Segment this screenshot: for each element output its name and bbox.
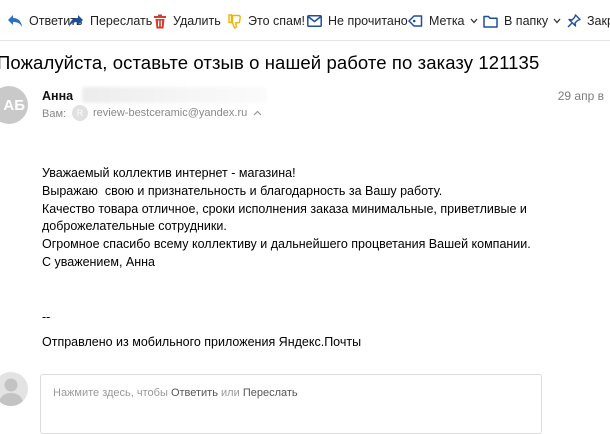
spam-button[interactable]: Это спам! [227,11,305,31]
spam-label: Это спам! [248,14,306,28]
user-silhouette-icon [0,378,24,406]
delete-button[interactable]: Удалить [153,11,221,31]
body-line: Выражаю свою и признательность и благода… [42,183,443,198]
delete-label: Удалить [173,14,221,28]
body-line: Качество товара отличное, сроки исполнен… [42,201,527,216]
message-signature: -- Отправлено из мобильного приложения Я… [42,309,361,351]
recipient-label: Вам: [42,108,67,120]
body-line: Уважаемый коллектив интернет - магазина! [42,166,296,180]
move-to-folder-dropdown[interactable]: В папку [483,11,561,31]
thumb-down-icon [228,13,241,29]
forward-icon [69,15,83,27]
label-tag-icon [408,15,423,27]
sender-name[interactable]: Анна [42,89,73,103]
reply-hint-or: или [221,387,240,399]
message-toolbar: Ответить Переслать Удалить Это спам! Не … [0,0,610,41]
chevron-down-icon [470,18,478,24]
signature-text: Отправлено из мобильного приложения Янде… [42,335,362,349]
message-body: Уважаемый коллектив интернет - магазина!… [42,165,531,272]
message-date: 29 апр в [557,89,604,103]
label-dropdown-label: Метка [429,14,465,28]
move-to-folder-label: В папку [504,14,549,28]
quick-reply-box[interactable]: Нажмите здесь, чтобы Ответить или Пересл… [40,374,542,434]
sender-email-redacted [82,87,267,103]
chevron-down-icon [553,18,561,24]
pin-icon [567,13,581,27]
sender-avatar[interactable]: АБ [0,86,28,124]
envelope-icon [307,15,322,27]
quick-reply-hint: Нажмите здесь, чтобы Ответить или Пересл… [53,387,298,399]
user-avatar [0,372,28,406]
forward-label: Переслать [90,14,153,28]
body-line: доброжелательные сотрудники. [42,219,227,234]
reply-icon [8,15,22,27]
body-line: Огромное спасибо всему коллективу и даль… [42,237,531,252]
trash-icon [154,14,166,28]
folder-icon [483,15,498,28]
mark-unread-label: Не прочитано [328,14,408,28]
chevron-up-icon[interactable] [253,110,262,116]
pin-label: Закреп [587,14,610,28]
recipient-chip[interactable]: R review-bestceramic@yandex.ru [72,104,262,122]
body-line: С уважением, Анна [42,254,155,269]
sender-avatar-initials: АБ [3,96,25,114]
signature-separator: -- [42,310,51,324]
message-subject: Пожалуйста, оставьте отзыв о нашей работ… [0,52,540,73]
label-dropdown[interactable]: Метка [408,11,478,31]
mark-unread-button[interactable]: Не прочитано [307,11,408,31]
quick-forward-link[interactable]: Переслать [243,387,298,399]
recipient-avatar: R [72,105,88,121]
forward-button[interactable]: Переслать [68,11,152,31]
recipient-address: review-bestceramic@yandex.ru [93,107,248,119]
quick-reply-link[interactable]: Ответить [171,387,218,399]
reply-hint-prefix: Нажмите здесь, чтобы [53,387,168,399]
pin-button[interactable]: Закреп [567,11,610,31]
